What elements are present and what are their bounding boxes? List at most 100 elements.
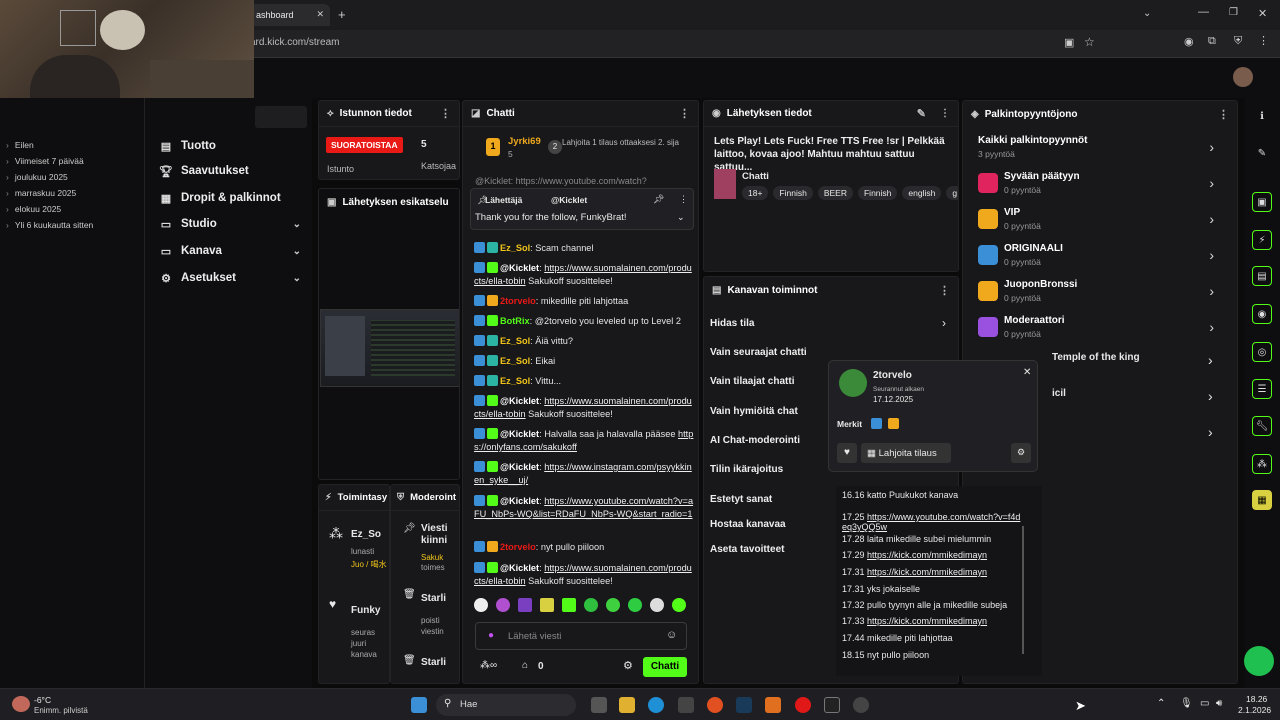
emote-icon[interactable] bbox=[562, 598, 576, 612]
firefox-icon[interactable] bbox=[707, 697, 723, 713]
preview-icon[interactable]: ▦ bbox=[1252, 490, 1272, 510]
chevron-right-icon[interactable]: › bbox=[1208, 388, 1213, 404]
emote-icon[interactable] bbox=[672, 598, 686, 612]
pinned-message[interactable]: 📌︎ Lähettäjä @Kicklet 📌︎ ⋮ Thank you for… bbox=[470, 188, 694, 230]
chat-username[interactable]: Ez_Sol bbox=[500, 336, 530, 346]
steam-icon[interactable] bbox=[736, 697, 752, 713]
gift-sub-button[interactable]: ▦ Lahjoita tilaus bbox=[861, 443, 951, 463]
log-scrollbar[interactable] bbox=[1022, 526, 1024, 654]
follow-heart-button[interactable]: ♥ bbox=[837, 443, 857, 463]
edit-icon[interactable]: ✎ bbox=[917, 107, 926, 120]
emote-icon[interactable] bbox=[628, 598, 642, 612]
terminal-icon[interactable] bbox=[824, 697, 840, 713]
windows-start-icon[interactable] bbox=[411, 697, 427, 713]
pinned-user[interactable]: @Kicklet bbox=[551, 195, 587, 205]
vlc-icon[interactable] bbox=[765, 697, 781, 713]
mod-user[interactable]: Starli bbox=[421, 657, 446, 668]
action-emote-only[interactable]: Vain hymiöitä chat bbox=[710, 406, 798, 417]
chat-username[interactable]: @Kicklet bbox=[500, 429, 539, 439]
chevron-right-icon[interactable]: › bbox=[1208, 424, 1213, 440]
more-icon[interactable]: ⋮ bbox=[940, 108, 950, 119]
reward-item[interactable]: ORIGINAALI 0 pyyntöä › bbox=[976, 241, 1226, 275]
nav-item-kanava[interactable]: ▭ Kanava ⌄ bbox=[159, 241, 309, 261]
unpin-icon[interactable]: 📌︎ bbox=[653, 194, 664, 205]
edit-icon[interactable]: ✎ bbox=[1252, 143, 1272, 163]
store-icon[interactable]: ⌂ bbox=[522, 660, 528, 671]
extensions-icon[interactable]: ⧉ bbox=[1208, 35, 1216, 48]
tab-list-icon[interactable]: ⌄ bbox=[1143, 8, 1151, 19]
clock-time[interactable]: 18.26 bbox=[1246, 694, 1267, 704]
tag-chip[interactable]: g bbox=[946, 186, 958, 200]
url-text[interactable]: ard.kick.com/stream bbox=[250, 37, 339, 48]
log-link[interactable]: https://kick.com/mmikedimayn bbox=[867, 616, 987, 626]
emoji-icon[interactable]: ☺ bbox=[666, 629, 677, 641]
chat-username[interactable]: 2torvelo bbox=[500, 296, 536, 306]
log-link[interactable]: https://kick.com/mmikedimayn bbox=[867, 567, 987, 577]
reward-title[interactable]: Temple of the king bbox=[1052, 352, 1140, 363]
reward-item-all[interactable]: Kaikki palkintopyynnöt 3 pyyntöä › bbox=[976, 133, 1226, 167]
emote-icon[interactable] bbox=[606, 598, 620, 612]
chat-username[interactable]: 2torvelo bbox=[500, 542, 536, 552]
history-group[interactable]: Viimeiset 7 päivää bbox=[6, 156, 84, 166]
menu-icon[interactable]: ⋮ bbox=[1258, 34, 1269, 47]
minimize-icon[interactable]: — bbox=[1198, 6, 1209, 18]
activity-user[interactable]: Ez_So bbox=[351, 529, 381, 540]
chat-bubble-icon[interactable]: ◉ bbox=[1252, 304, 1272, 324]
profile-icon[interactable]: ◉ bbox=[1184, 35, 1194, 48]
chat-username[interactable]: Ez_Sol bbox=[500, 376, 530, 386]
info-icon[interactable]: ℹ bbox=[1252, 106, 1272, 126]
taskbar-search[interactable]: ⚲ Hae bbox=[436, 694, 576, 716]
browser-tab[interactable]: ashboard ✕ bbox=[250, 4, 330, 26]
more-icon[interactable]: ⋮ bbox=[1218, 108, 1229, 121]
action-slow-mode[interactable]: Hidas tila bbox=[710, 318, 754, 329]
nav-item-asetukset[interactable]: ⚙︎ Asetukset ⌄ bbox=[159, 268, 309, 288]
chat-username[interactable]: @Kicklet bbox=[500, 396, 539, 406]
close-tab-icon[interactable]: ✕ bbox=[316, 9, 324, 20]
chat-username[interactable]: Ez_Sol bbox=[500, 243, 530, 253]
category-thumbnail[interactable] bbox=[714, 169, 736, 199]
list-icon[interactable]: ☰ bbox=[1252, 379, 1272, 399]
stream-preview-video[interactable] bbox=[320, 309, 459, 387]
emote-icon[interactable] bbox=[518, 598, 532, 612]
emote-icon[interactable] bbox=[650, 598, 664, 612]
support-button-icon[interactable] bbox=[1244, 646, 1274, 676]
reward-title[interactable]: icil bbox=[1052, 388, 1066, 399]
action-subscribers-only[interactable]: Vain tilaajat chatti bbox=[710, 376, 794, 387]
nav-item-studio[interactable]: ▭ Studio ⌄ bbox=[159, 214, 309, 234]
mic-icon[interactable]: ● bbox=[488, 630, 494, 641]
category-name[interactable]: Chatti bbox=[742, 171, 769, 182]
user-avatar[interactable] bbox=[1233, 67, 1253, 87]
chat-username[interactable]: @Kicklet bbox=[500, 496, 539, 506]
history-group[interactable]: Yli 6 kuukautta sitten bbox=[6, 220, 93, 230]
chevron-right-icon[interactable]: › bbox=[1208, 352, 1213, 368]
mod-tools-button[interactable]: ⚙︎ bbox=[1011, 443, 1031, 463]
more-icon[interactable]: ⋮ bbox=[939, 284, 950, 297]
action-blocked-words[interactable]: Estetyt sanat bbox=[710, 494, 772, 505]
history-group[interactable]: joulukuu 2025 bbox=[6, 172, 68, 182]
clock-date[interactable]: 2.1.2026 bbox=[1238, 705, 1271, 715]
nav-item-tuotto[interactable]: ▤ Tuotto bbox=[159, 136, 309, 156]
more-icon[interactable]: ⋮ bbox=[679, 107, 690, 120]
user-name[interactable]: 2torvelo bbox=[873, 370, 912, 381]
more-icon[interactable]: ⋮ bbox=[440, 107, 451, 120]
action-set-goals[interactable]: Aseta tavoitteet bbox=[710, 544, 784, 555]
task-view-icon[interactable] bbox=[591, 697, 607, 713]
nav-item-saavutukset[interactable]: 🏆︎ Saavutukset bbox=[159, 161, 309, 181]
obs-icon[interactable] bbox=[853, 697, 869, 713]
maximize-icon[interactable]: ❐ bbox=[1229, 7, 1238, 18]
log-link[interactable]: https://kick.com/mmikedimayn bbox=[867, 550, 987, 560]
file-explorer-icon[interactable] bbox=[619, 697, 635, 713]
log-link[interactable]: https://www.youtube.com/watch?v=f4deq3yQ… bbox=[842, 512, 1020, 532]
history-group[interactable]: elokuu 2025 bbox=[6, 204, 61, 214]
network-icon[interactable]: ▭ bbox=[1200, 698, 1209, 709]
chat-settings-icon[interactable]: ⚙︎ bbox=[623, 659, 633, 672]
action-followers-only[interactable]: Vain seuraajat chatti bbox=[710, 347, 807, 358]
broadcast-icon[interactable]: ◎ bbox=[1252, 342, 1272, 362]
more-icon[interactable]: ⋮ bbox=[679, 194, 688, 205]
new-tab-icon[interactable]: + bbox=[338, 7, 346, 22]
translate-icon[interactable]: ▣ bbox=[1064, 36, 1074, 49]
emote-icon[interactable] bbox=[584, 598, 598, 612]
action-age-restriction[interactable]: Tilin ikärajoitus bbox=[710, 464, 783, 475]
close-icon[interactable]: ✕ bbox=[1023, 367, 1031, 378]
group-icon[interactable]: ⁂ bbox=[1252, 454, 1272, 474]
